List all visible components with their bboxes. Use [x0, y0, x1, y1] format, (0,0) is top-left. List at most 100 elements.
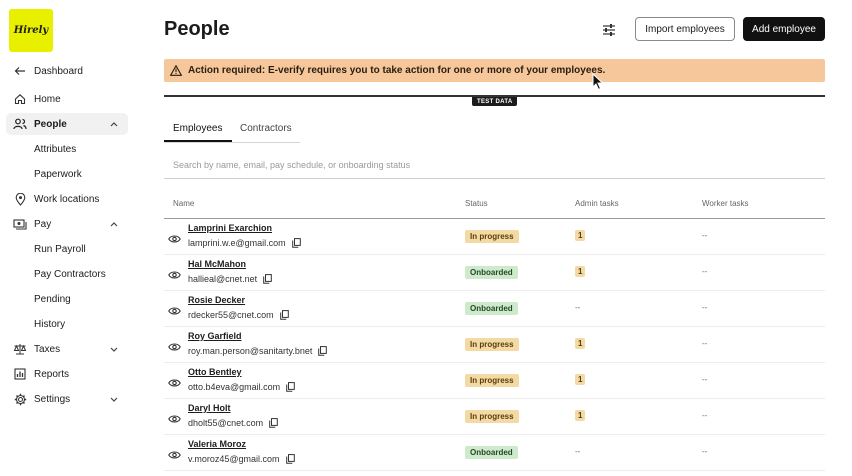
eye-icon[interactable] — [168, 411, 181, 423]
status-badge: In progress — [465, 230, 519, 243]
sidebar-item-run-payroll[interactable]: Run Payroll — [0, 238, 140, 260]
copy-icon[interactable] — [285, 454, 295, 464]
worker-tasks-count: -- — [702, 411, 708, 420]
worker-tasks-count: -- — [702, 231, 708, 240]
sidebar-item-label: Reports — [34, 368, 70, 380]
location-pin-icon — [13, 192, 27, 206]
column-header-admin-tasks: Admin tasks — [575, 199, 619, 208]
eye-icon[interactable] — [168, 231, 181, 243]
eye-icon[interactable] — [168, 303, 181, 315]
sidebar-item-pay[interactable]: Pay — [0, 213, 140, 235]
money-icon — [13, 217, 27, 231]
sidebar-item-label: Dashboard — [34, 65, 83, 77]
sidebar-item-home[interactable]: Home — [0, 88, 140, 110]
admin-tasks-count: -- — [575, 447, 581, 456]
email-text: lamprini.w.e@gmail.com — [188, 238, 286, 248]
chevron-down-icon[interactable] — [110, 394, 118, 404]
worker-tasks-count: -- — [702, 267, 708, 276]
table-row[interactable]: Daryl Holt dholt55@cnet.com In progress 1 -- — [164, 399, 825, 435]
status-badge: In progress — [465, 410, 519, 423]
sidebar-item-history[interactable]: History — [0, 313, 140, 335]
chevron-up-icon[interactable] — [110, 219, 118, 229]
sidebar-item-paperwork[interactable]: Paperwork — [0, 163, 140, 185]
sidebar-item-label: Taxes — [34, 343, 61, 355]
banner-text: Action required: E-verify requires you t… — [188, 65, 606, 76]
copy-icon[interactable] — [291, 238, 301, 248]
column-header-status: Status — [465, 199, 488, 208]
email-text: otto.b4eva@gmail.com — [188, 382, 281, 392]
copy-icon[interactable] — [279, 310, 289, 320]
employee-email: dholt55@cnet.com — [188, 418, 278, 428]
worker-tasks-count: -- — [702, 375, 708, 384]
sidebar-item-pay-contractors[interactable]: Pay Contractors — [0, 263, 140, 285]
sidebar-item-settings[interactable]: Settings — [0, 388, 140, 410]
table-row[interactable]: Rosie Decker rdecker55@cnet.com Onboarded -… — [164, 291, 825, 327]
sidebar-item-label: People — [34, 118, 67, 130]
import-employees-button[interactable]: Import employees — [635, 17, 735, 41]
sidebar-item-label: Pending — [34, 293, 71, 305]
employee-name[interactable]: Daryl Holt — [188, 403, 231, 413]
status-badge: In progress — [465, 338, 519, 351]
search-input[interactable] — [164, 152, 825, 179]
copy-icon[interactable] — [318, 346, 328, 356]
employee-email: lamprini.w.e@gmail.com — [188, 238, 301, 248]
home-icon — [13, 92, 27, 106]
active-tab-indicator — [164, 140, 232, 142]
gear-icon — [13, 392, 27, 406]
employee-name[interactable]: Otto Bentley — [188, 367, 242, 377]
tab-contractors[interactable]: Contractors — [240, 123, 292, 134]
column-header-name: Name — [173, 199, 195, 208]
table-row[interactable]: Hal McMahon hallieal@cnet.net Onboarded 1 -- — [164, 255, 825, 291]
admin-tasks-count: 1 — [575, 338, 586, 349]
scale-icon — [13, 342, 27, 356]
employee-name[interactable]: Rosie Decker — [188, 295, 245, 305]
employee-name[interactable]: Valeria Moroz — [188, 439, 246, 449]
tab-employees[interactable]: Employees — [173, 123, 222, 134]
eye-icon[interactable] — [168, 267, 181, 279]
employee-name[interactable]: Roy Garfield — [188, 331, 242, 341]
add-employee-button[interactable]: Add employee — [743, 17, 825, 41]
sidebar-item-attributes[interactable]: Attributes — [0, 138, 140, 160]
status-badge: Onboarded — [465, 302, 518, 315]
eye-icon[interactable] — [168, 339, 181, 351]
status-badge: Onboarded — [465, 446, 518, 459]
status-badge: In progress — [465, 374, 519, 387]
sliders-icon[interactable] — [600, 21, 618, 39]
table-row[interactable]: Valeria Moroz v.moroz45@gmail.com Onboarde… — [164, 435, 825, 471]
sidebar: Hirely Dashboard Home People Attributes Pape… — [0, 0, 140, 476]
sidebar-item-pending[interactable]: Pending — [0, 288, 140, 310]
status-badge: Onboarded — [465, 266, 518, 279]
action-required-banner[interactable]: Action required: E-verify requires you t… — [164, 59, 825, 82]
chevron-up-icon[interactable] — [110, 119, 118, 129]
sidebar-item-work-locations[interactable]: Work locations — [0, 188, 140, 210]
column-header-worker-tasks: Worker tasks — [702, 199, 749, 208]
eye-icon[interactable] — [168, 375, 181, 387]
chevron-down-icon[interactable] — [110, 344, 118, 354]
copy-icon[interactable] — [269, 418, 278, 428]
table-row[interactable]: Otto Bentley otto.b4eva@gmail.com In progr… — [164, 363, 825, 399]
people-icon — [13, 117, 27, 131]
table-row[interactable]: Lamprini Exarchion lamprini.w.e@gmail.com… — [164, 219, 825, 255]
sidebar-item-reports[interactable]: Reports — [0, 363, 140, 385]
sidebar-item-dashboard[interactable]: Dashboard — [0, 60, 140, 82]
chart-icon — [13, 367, 27, 381]
email-text: hallieal@cnet.net — [188, 274, 258, 284]
warning-icon — [170, 65, 182, 77]
sidebar-item-label: History — [34, 318, 66, 330]
sidebar-item-label: Settings — [34, 393, 71, 405]
copy-icon[interactable] — [286, 382, 295, 392]
employee-name[interactable]: Hal McMahon — [188, 259, 246, 269]
copy-icon[interactable] — [263, 274, 272, 284]
email-text: dholt55@cnet.com — [188, 418, 264, 428]
logo-text: Hirely — [13, 25, 49, 36]
table-header: Name Status Admin tasks Worker tasks — [164, 193, 825, 219]
email-text: rdecker55@cnet.com — [188, 310, 274, 320]
sidebar-item-taxes[interactable]: Taxes — [0, 338, 140, 360]
employee-email: rdecker55@cnet.com — [188, 310, 289, 320]
eye-icon[interactable] — [168, 447, 181, 459]
table-row[interactable]: Roy Garfield roy.man.person@sanitarty.bne… — [164, 327, 825, 363]
sidebar-item-people[interactable]: People — [6, 113, 128, 135]
worker-tasks-count: -- — [702, 303, 708, 312]
logo[interactable]: Hirely — [9, 9, 53, 52]
employee-name[interactable]: Lamprini Exarchion — [188, 223, 272, 233]
